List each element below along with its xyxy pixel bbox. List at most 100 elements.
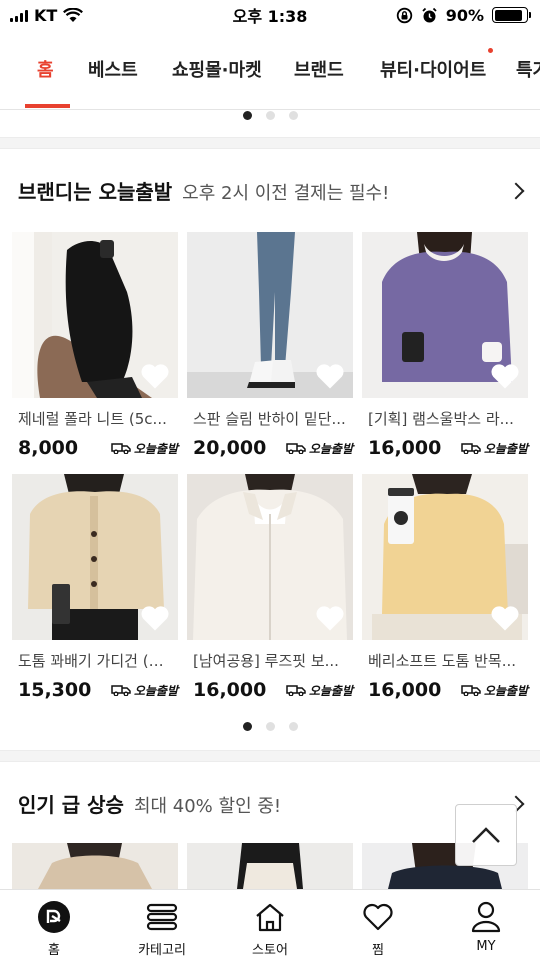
shipping-badge-label: 오늘출발 — [133, 441, 178, 456]
signal-icon — [10, 9, 28, 22]
nav-store[interactable]: 스토어 — [216, 890, 324, 961]
battery-percent: 90% — [445, 5, 484, 25]
heart-icon[interactable] — [490, 604, 520, 632]
product-name[interactable]: [기획] 램스울박스 라... — [362, 408, 522, 429]
delivery-truck-icon — [286, 685, 306, 696]
home-logo-icon — [38, 901, 70, 933]
store-icon — [256, 903, 284, 932]
shipping-badge-label: 오늘출발 — [483, 683, 528, 698]
product-image[interactable] — [362, 232, 528, 398]
shipping-badge: 오늘출발 — [286, 440, 353, 457]
heart-icon[interactable] — [140, 362, 170, 390]
page-dot[interactable] — [288, 722, 298, 731]
delivery-truck-icon — [111, 443, 131, 454]
new-indicator-dot — [488, 48, 493, 53]
shipping-badge-label: 오늘출발 — [133, 683, 178, 698]
nav-wishlist[interactable]: 찜 — [324, 890, 432, 961]
product-price: 16,000 — [368, 679, 442, 701]
shipping-badge-label: 오늘출발 — [308, 683, 353, 698]
nav-category[interactable]: 카테고리 — [108, 890, 216, 961]
shipping-badge: 오늘출발 — [111, 440, 178, 457]
chevron-right-icon[interactable] — [507, 182, 525, 200]
nav-label: 홈 — [48, 943, 60, 958]
delivery-truck-icon — [286, 443, 306, 454]
section-divider — [0, 750, 540, 762]
product-card[interactable]: 제네럴 폴라 니트 (5c... 8,000 오늘출발 — [12, 232, 178, 459]
product-pagination — [0, 722, 540, 731]
carrier-label: KT — [34, 5, 58, 25]
status-bar: KT 오후 1:38 90% — [0, 0, 540, 30]
product-price: 16,000 — [368, 437, 442, 459]
page-dot[interactable] — [288, 111, 298, 120]
section-header-trending[interactable]: 인기 급 상승 최대 40% 할인 중! — [18, 789, 525, 818]
product-card[interactable]: [남여공용] 루즈핏 보... 16,000 오늘출발 — [187, 474, 353, 701]
shipping-badge-label: 오늘출발 — [308, 441, 353, 456]
shipping-badge: 오늘출발 — [461, 440, 528, 457]
product-price: 8,000 — [18, 437, 79, 459]
nav-label: MY — [476, 939, 496, 954]
product-price: 15,300 — [18, 679, 92, 701]
product-image[interactable] — [12, 474, 178, 640]
product-image[interactable] — [187, 232, 353, 398]
tab-brand[interactable]: 브랜드 — [294, 56, 344, 82]
menu-icon — [146, 903, 178, 931]
product-image[interactable] — [12, 232, 178, 398]
shipping-badge-label: 오늘출발 — [483, 441, 528, 456]
battery-icon — [492, 7, 531, 23]
section-title: 브랜디는 오늘출발 — [18, 180, 173, 204]
heart-icon[interactable] — [315, 362, 345, 390]
alarm-icon — [422, 7, 437, 22]
active-tab-underline — [25, 104, 70, 108]
nav-home[interactable]: 홈 — [0, 890, 108, 961]
wifi-icon — [63, 7, 84, 22]
shipping-badge: 오늘출발 — [286, 682, 353, 699]
scroll-to-top-button[interactable] — [455, 804, 517, 866]
product-image[interactable] — [12, 843, 178, 889]
tab-mall-market[interactable]: 쇼핑몰·마켓 — [172, 56, 262, 82]
rotation-lock-icon — [396, 7, 412, 23]
bottom-navigation: 홈 카테고리 스토어 찜 MY — [0, 889, 540, 961]
product-card[interactable]: 베리소프트 도톰 반목... 16,000 오늘출발 — [362, 474, 528, 701]
nav-label: 찜 — [372, 943, 384, 958]
product-image[interactable] — [187, 474, 353, 640]
nav-label: 카테고리 — [138, 943, 186, 958]
heart-icon[interactable] — [315, 604, 345, 632]
product-price: 20,000 — [193, 437, 267, 459]
product-image[interactable] — [187, 843, 353, 889]
page-dot-active[interactable] — [242, 722, 252, 731]
nav-my[interactable]: MY — [432, 890, 540, 961]
product-card[interactable]: 스판 슬림 반하이 밑단... 20,000 오늘출발 — [187, 232, 353, 459]
page-dot[interactable] — [265, 722, 275, 731]
section-subtitle: 오후 2시 이전 결제는 필수! — [182, 183, 390, 204]
product-name[interactable]: 베리소프트 도톰 반목... — [362, 650, 522, 671]
tab-beauty-diet[interactable]: 뷰티·다이어트 — [380, 56, 486, 82]
nav-label: 스토어 — [252, 943, 288, 958]
shipping-badge: 오늘출발 — [461, 682, 528, 699]
section-title: 인기 급 상승 — [18, 793, 124, 817]
shipping-badge: 오늘출발 — [111, 682, 178, 699]
product-name[interactable]: 도톰 꽈배기 가디건 (3... — [12, 650, 172, 671]
tab-home[interactable]: 홈 — [37, 56, 54, 82]
tab-best[interactable]: 베스트 — [88, 56, 138, 82]
delivery-truck-icon — [461, 443, 481, 454]
product-card[interactable]: 도톰 꽈배기 가디건 (3... 15,300 오늘출발 — [12, 474, 178, 701]
user-icon — [471, 901, 501, 933]
product-name[interactable]: 스판 슬림 반하이 밑단... — [187, 408, 347, 429]
heart-icon[interactable] — [490, 362, 520, 390]
banner-pagination — [0, 111, 540, 120]
product-card[interactable]: [기획] 램스울박스 라... 16,000 오늘출발 — [362, 232, 528, 459]
product-image[interactable] — [362, 474, 528, 640]
delivery-truck-icon — [111, 685, 131, 696]
delivery-truck-icon — [461, 685, 481, 696]
product-name[interactable]: 제네럴 폴라 니트 (5c... — [12, 408, 172, 429]
product-price: 16,000 — [193, 679, 267, 701]
page-dot-active[interactable] — [242, 111, 252, 120]
category-tabs: 홈 베스트 쇼핑몰·마켓 브랜드 뷰티·다이어트 특가 — [0, 30, 540, 110]
section-header-today-shipping[interactable]: 브랜디는 오늘출발 오후 2시 이전 결제는 필수! — [18, 176, 525, 205]
heart-outline-icon — [363, 903, 393, 931]
page-dot[interactable] — [265, 111, 275, 120]
tab-special-deal[interactable]: 특가 — [516, 56, 540, 82]
section-divider — [0, 137, 540, 149]
product-name[interactable]: [남여공용] 루즈핏 보... — [187, 650, 347, 671]
heart-icon[interactable] — [140, 604, 170, 632]
